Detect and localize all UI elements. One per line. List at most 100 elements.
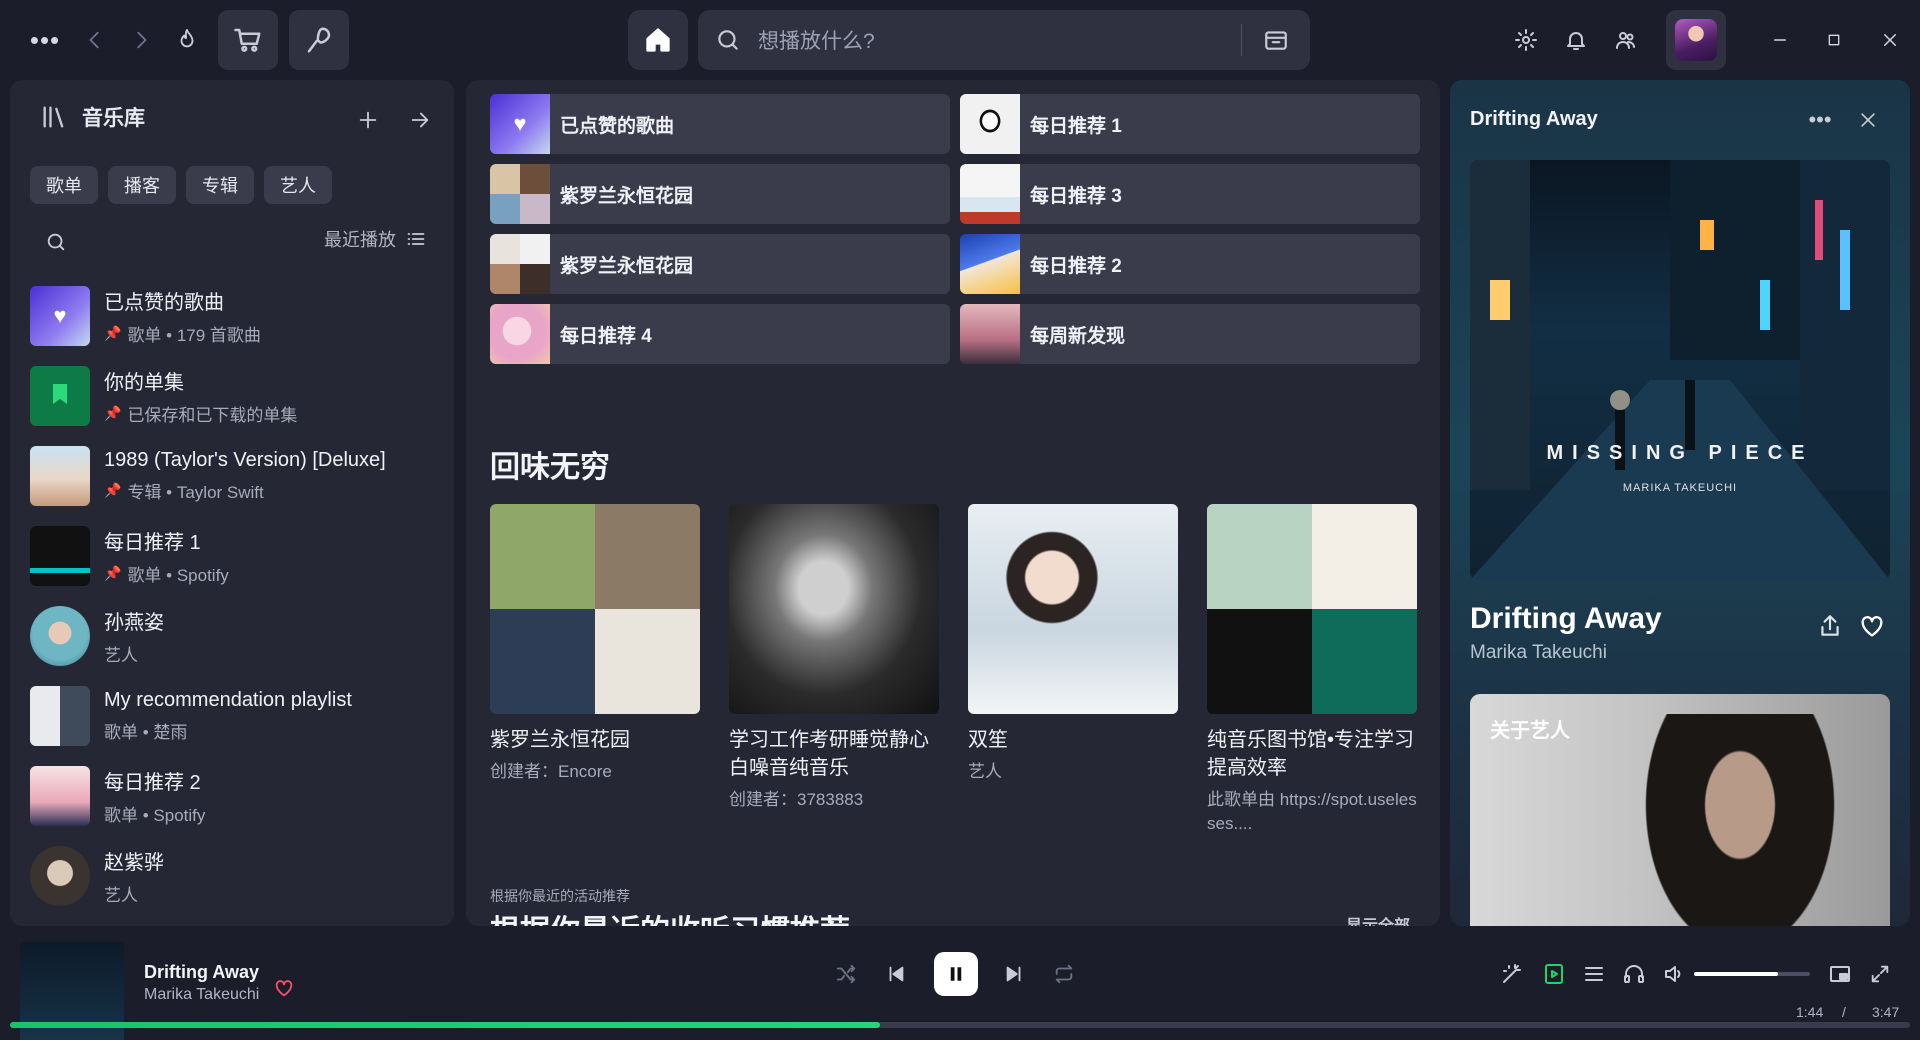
playlist-cover [960,94,1020,154]
share-icon[interactable] [1812,608,1848,644]
queue-icon[interactable] [1576,956,1612,992]
filter-podcasts[interactable]: 播客 [108,166,176,204]
list-item-subtitle: 艺人 [104,886,138,905]
panel-title[interactable]: Drifting Away [1470,108,1598,131]
playlist-cover [30,766,90,826]
list-item[interactable]: ♥ 已点赞的歌曲 📌 歌单 • 179 首歌曲 [30,276,450,356]
like-icon[interactable] [268,972,300,1004]
more-options-icon[interactable]: ••• [1802,102,1838,138]
recommendation-title[interactable]: 根据你最近的收听习惯推荐 [490,906,850,926]
bell-icon[interactable] [1558,22,1594,58]
heart-outline-icon[interactable] [1854,608,1890,644]
card-subtitle: 艺人 [968,762,1002,781]
shortcut-tile[interactable]: 紫罗兰永恒花园 [490,164,950,224]
more-menu-icon[interactable]: ••• [28,25,62,55]
search-input[interactable]: 想播放什么? [758,25,1241,55]
shortcut-tile[interactable]: 紫罗兰永恒花园 [490,234,950,294]
playlist-card[interactable]: 纯音乐图书馆•专注学习提高效率 此歌单由 https://spot.useles… [1207,504,1417,836]
minimize-icon[interactable] [1762,22,1798,58]
list-item[interactable]: 每日推荐 2 歌单 • Spotify [30,756,450,836]
artist-photo [1630,714,1850,926]
expand-arrow-icon[interactable] [402,102,438,138]
volume-slider-fill [1694,972,1778,976]
back-arrow-icon[interactable] [80,24,110,56]
album-art-subtitle: MARIKA TAKEUCHI [1622,482,1738,494]
player-artist-name[interactable]: Marika Takeuchi [144,986,259,1004]
fullscreen-icon[interactable] [1862,956,1898,992]
sort-recent-button[interactable]: 最近播放 [324,226,426,252]
headphones-icon[interactable] [1616,956,1652,992]
now-playing-artist[interactable]: Marika Takeuchi [1470,642,1607,664]
filter-playlists[interactable]: 歌单 [30,166,98,204]
search-bar[interactable]: 想播放什么? [698,10,1310,70]
pause-button[interactable] [934,952,978,996]
artist-card[interactable]: 双笙 艺人 [968,504,1178,836]
playlist-card[interactable]: 学习工作考研睡觉静心白噪音纯音乐 创建者：3783883 [729,504,939,836]
forward-arrow-icon[interactable] [126,24,156,56]
main-content: ♥ 已点赞的歌曲 每日推荐 1 紫罗兰永恒花园 每日推荐 3 紫罗兰永恒花园 每… [466,80,1440,926]
maximize-icon[interactable] [1816,22,1852,58]
user-avatar-button[interactable] [1666,10,1726,70]
library-search-icon[interactable] [38,224,74,260]
close-window-icon[interactable] [1872,22,1908,58]
list-item[interactable]: My recommendation playlist 歌单 • 楚雨 [30,676,450,756]
add-icon[interactable] [350,102,386,138]
album-art-scene [1470,160,1890,580]
shortcut-tile[interactable]: 每周新发现 [960,304,1420,364]
previous-icon[interactable] [876,954,916,994]
pin-icon: 📌 [104,482,122,498]
repeat-icon[interactable] [1044,954,1084,994]
mini-player-icon[interactable] [1822,956,1858,992]
liked-songs-cover: ♥ [30,286,90,346]
player-song-title[interactable]: Drifting Away [144,962,259,983]
playlist-card[interactable]: 紫罗兰永恒花园 创建者：Encore [490,504,700,836]
bookmark-icon [50,382,70,411]
card-cover [729,504,939,714]
library-title: 音乐库 [82,107,145,130]
shortcut-tile[interactable]: 每日推荐 3 [960,164,1420,224]
shortcut-label: 紫罗兰永恒花园 [560,185,694,207]
shortcut-tile[interactable]: ♥ 已点赞的歌曲 [490,94,950,154]
list-item[interactable]: 孙燕姿 艺人 [30,596,450,676]
flame-icon[interactable] [172,24,202,56]
filter-albums[interactable]: 专辑 [186,166,254,204]
browse-icon[interactable] [1258,22,1294,58]
list-item-title: 你的单集 [104,372,184,394]
time-current: 1:44 [1796,1004,1824,1020]
list-item-title: My recommendation playlist [104,689,352,711]
magic-icon[interactable] [1494,956,1530,992]
about-artist-title: 关于艺人 [1490,720,1570,742]
settings-icon[interactable] [1508,22,1544,58]
shortcut-tile[interactable]: 每日推荐 4 [490,304,950,364]
library-header[interactable]: 音乐库 [40,102,145,132]
list-item[interactable]: 1989 (Taylor's Version) [Deluxe] 📌 专辑 • T… [30,436,450,516]
shortcut-tile[interactable]: 每日推荐 1 [960,94,1420,154]
time-total: 3:47 [1872,1004,1900,1020]
progress-bar[interactable] [10,1022,1910,1028]
album-art-title: MISSING PIECE [1546,442,1814,464]
list-item[interactable]: 你的单集 📌 已保存和已下载的单集 [30,356,450,436]
cart-icon[interactable] [218,10,278,70]
episodes-cover [30,366,90,426]
shortcut-tile[interactable]: 每日推荐 2 [960,234,1420,294]
section-title[interactable]: 回味无穷 [490,442,610,486]
close-icon[interactable] [1850,102,1886,138]
list-item-subtitle: 专辑 • Taylor Swift [127,483,264,502]
list-item[interactable]: 每日推荐 1 📌 歌单 • Spotify [30,516,450,596]
show-all-link[interactable]: 显示全部 [1346,912,1410,926]
filter-artists[interactable]: 艺人 [264,166,332,204]
friends-icon[interactable] [1608,22,1644,58]
brush-icon[interactable] [289,10,349,70]
list-item[interactable]: 赵紫骅 艺人 [30,836,450,916]
about-artist-card[interactable]: 关于艺人 [1470,694,1890,926]
shortcut-label: 每日推荐 1 [1030,115,1122,137]
home-icon[interactable] [628,10,688,70]
pin-icon: 📌 [104,325,122,341]
shortcut-label: 已点赞的歌曲 [560,115,675,137]
now-playing-song[interactable]: Drifting Away [1470,602,1662,636]
next-icon[interactable] [994,954,1034,994]
now-playing-view-icon[interactable] [1536,956,1572,992]
shuffle-icon[interactable] [826,954,866,994]
volume-icon[interactable] [1656,956,1692,992]
volume-slider[interactable] [1694,972,1810,976]
